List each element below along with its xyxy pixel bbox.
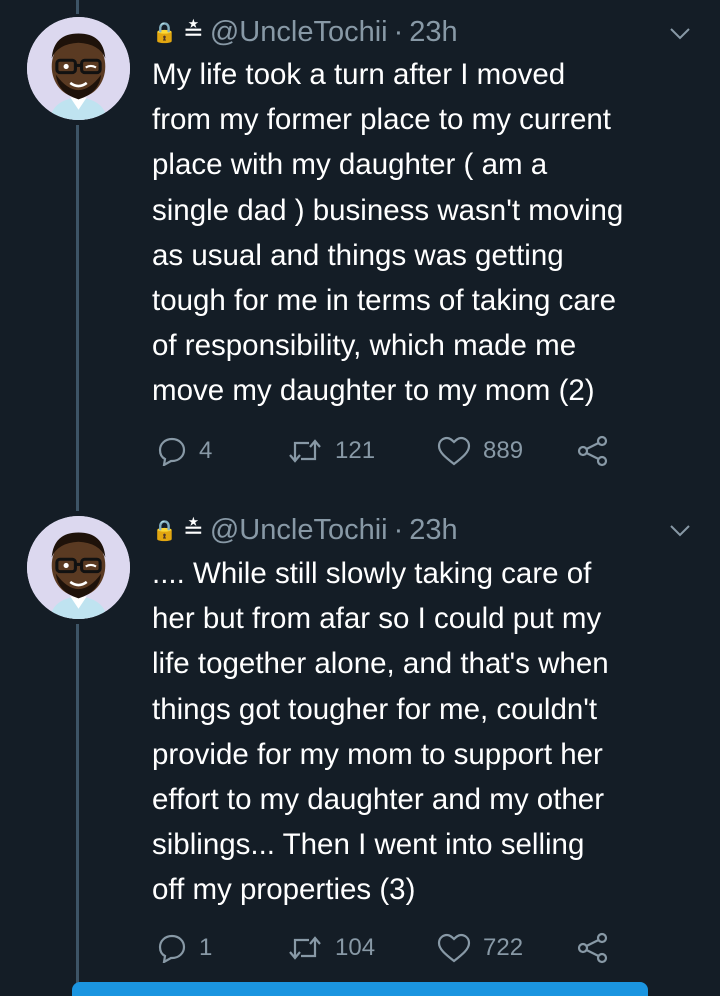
compose-bar[interactable] bbox=[72, 982, 648, 996]
chevron-down-icon[interactable] bbox=[668, 518, 692, 542]
chevron-down-icon[interactable] bbox=[668, 21, 692, 45]
tweet-timestamp[interactable]: 23h bbox=[409, 16, 457, 49]
user-handle[interactable]: @UncleTochii bbox=[210, 16, 388, 49]
tweet-timestamp[interactable]: 23h bbox=[409, 514, 457, 547]
retweet-button[interactable]: 104 bbox=[287, 928, 375, 968]
tweet-actions: 4 121 889 bbox=[152, 431, 632, 471]
share-icon bbox=[577, 435, 608, 467]
user-handle[interactable]: @UncleTochii bbox=[210, 514, 388, 547]
avatar[interactable] bbox=[27, 17, 130, 120]
like-count: 889 bbox=[483, 437, 524, 464]
lock-icon: 🔒 bbox=[152, 21, 177, 44]
tweet-header: 🔒 ≛ @UncleTochii · 23h bbox=[152, 512, 458, 548]
reply-button[interactable]: 1 bbox=[157, 928, 212, 968]
retweet-count: 104 bbox=[335, 934, 376, 961]
tweet-text-line: siblings... Then I went into selling bbox=[152, 828, 585, 862]
reply-count: 1 bbox=[199, 934, 213, 961]
lock-icon: 🔒 bbox=[152, 519, 177, 542]
like-button[interactable]: 722 bbox=[437, 928, 523, 968]
tweet-text-line: off my properties (3) bbox=[152, 873, 416, 907]
retweet-button[interactable]: 121 bbox=[287, 431, 375, 471]
bitmoji-avatar-image bbox=[27, 17, 130, 120]
tweet-text-line: her but from afar so I could put my bbox=[152, 602, 602, 636]
tweetdeck-icon: ≛ bbox=[182, 516, 204, 544]
tweet-text-line: My life took a turn after I moved bbox=[152, 58, 566, 91]
share-button[interactable] bbox=[576, 431, 610, 471]
reply-count: 4 bbox=[199, 437, 213, 464]
tweet-text-line: effort to my daughter and my other bbox=[152, 783, 605, 817]
reply-button[interactable]: 4 bbox=[157, 431, 212, 471]
tweet-text-line: as usual and things was getting bbox=[152, 238, 564, 272]
retweet-icon bbox=[289, 439, 321, 463]
tweet-text-line: place with my daughter ( am a bbox=[152, 148, 548, 182]
tweet-text-line: life together alone, and that's when bbox=[152, 647, 609, 681]
avatar[interactable] bbox=[27, 516, 130, 619]
bitmoji-avatar-image bbox=[27, 516, 130, 619]
tweet-text: My life took a turn after I moved from m… bbox=[152, 52, 712, 414]
tweet-text-line: from my former place to my current bbox=[152, 103, 611, 137]
tweet-text-line: of responsibility, which made me bbox=[152, 329, 577, 363]
tweet[interactable]: 🔒 ≛ @UncleTochii · 23h My life took a tu… bbox=[0, 0, 720, 500]
reply-icon bbox=[158, 934, 186, 963]
tweet[interactable]: 🔒 ≛ @UncleTochii · 23h .... While still … bbox=[0, 500, 720, 982]
tweet-text-line: .... While still slowly taking care of bbox=[152, 557, 592, 590]
tweet-text-line: tough for me in terms of taking care bbox=[152, 284, 617, 318]
like-count: 722 bbox=[483, 934, 524, 961]
share-button[interactable] bbox=[576, 928, 610, 968]
heart-icon bbox=[437, 436, 471, 466]
tweet-text-line: single dad ) business wasn't moving bbox=[152, 193, 624, 227]
tweet-text-line: move my daughter to my mom (2) bbox=[152, 374, 595, 408]
share-icon bbox=[577, 932, 608, 964]
tweet-text-line: provide for my mom to support her bbox=[152, 737, 603, 771]
retweet-count: 121 bbox=[335, 437, 376, 464]
tweet-text-line: things got tougher for me, couldn't bbox=[152, 692, 598, 726]
tweet-actions: 1 104 722 bbox=[152, 928, 632, 968]
retweet-icon bbox=[289, 936, 321, 960]
tweet-text: .... While still slowly taking care of h… bbox=[152, 551, 712, 913]
heart-icon bbox=[437, 933, 471, 963]
reply-icon bbox=[158, 437, 186, 466]
tweetdeck-icon: ≛ bbox=[182, 18, 204, 46]
like-button[interactable]: 889 bbox=[437, 431, 523, 471]
tweet-header: 🔒 ≛ @UncleTochii · 23h bbox=[152, 14, 458, 50]
separator-dot: · bbox=[393, 15, 404, 48]
separator-dot: · bbox=[393, 513, 404, 546]
